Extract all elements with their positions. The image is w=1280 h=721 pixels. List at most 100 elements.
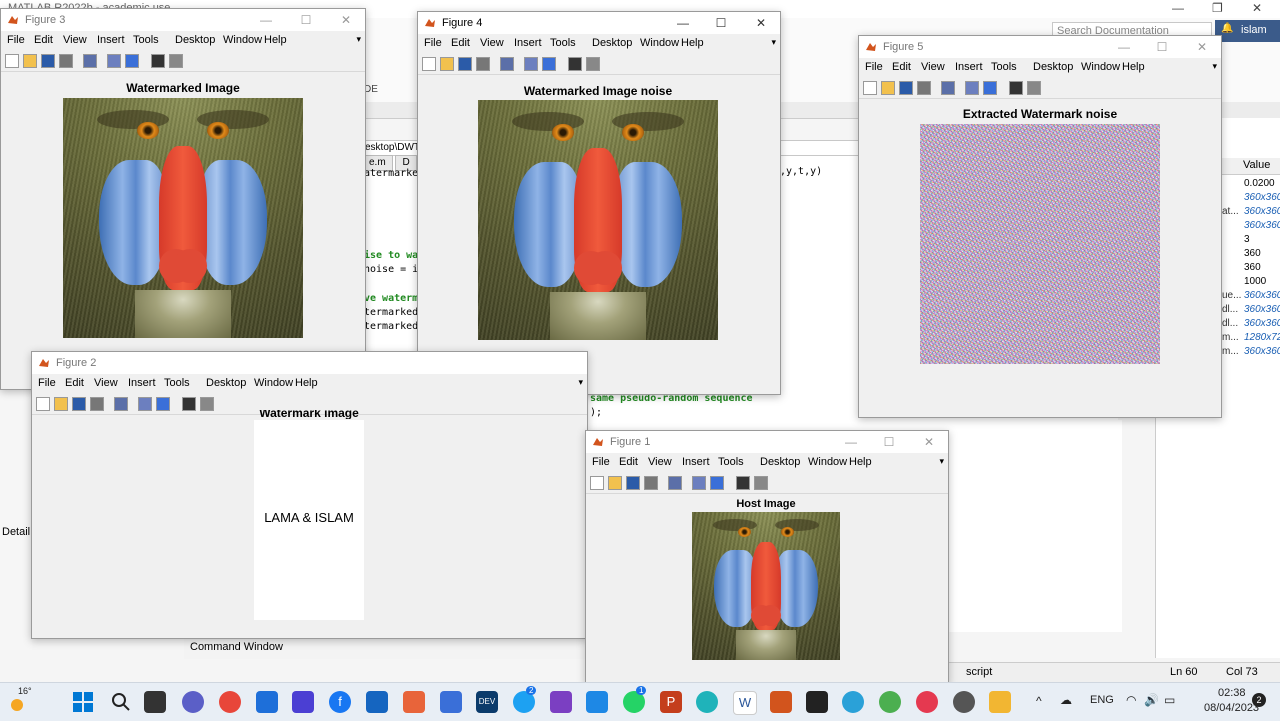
close-button[interactable]: ✕: [920, 433, 938, 451]
minimize-button[interactable]: —: [1172, 1, 1184, 15]
menu-window[interactable]: Window: [223, 34, 262, 46]
new-figure-icon[interactable]: [36, 397, 50, 411]
figure-titlebar[interactable]: Figure 4 — ☐ ✕: [418, 12, 780, 34]
colorbar-icon[interactable]: [107, 54, 121, 68]
new-figure-icon[interactable]: [863, 81, 877, 95]
menu-window[interactable]: Window: [640, 37, 679, 49]
chrome-icon[interactable]: [219, 691, 241, 713]
colorbar-icon[interactable]: [138, 397, 152, 411]
figure-1-window[interactable]: Figure 1 — ☐ ✕ File Edit View Insert Tools De…: [585, 430, 949, 684]
menu-tools[interactable]: Tools: [133, 34, 159, 46]
workspace-var-value[interactable]: 360x360: [1244, 346, 1280, 357]
task-view-icon[interactable]: [144, 691, 166, 713]
new-figure-icon[interactable]: [590, 476, 604, 490]
wifi-icon[interactable]: ◠: [1126, 693, 1136, 707]
menu-file[interactable]: File: [592, 456, 610, 468]
workspace-var-value[interactable]: 360x360: [1244, 206, 1280, 217]
chrome-profile-icon[interactable]: [879, 691, 901, 713]
figure-4-window[interactable]: Figure 4 — ☐ ✕ File Edit View Insert Tools De…: [417, 11, 781, 395]
menu-overflow-arrow-icon[interactable]: ▾: [939, 456, 944, 467]
windows-start-icon[interactable]: [72, 691, 94, 713]
maximize-button[interactable]: ☐: [297, 11, 315, 29]
teams-chat-icon[interactable]: [182, 691, 204, 713]
chevron-up-icon[interactable]: ^: [1036, 694, 1042, 708]
workspace-var-value[interactable]: 360x360: [1244, 290, 1280, 301]
close-button[interactable]: ✕: [1252, 1, 1262, 15]
workspace-var-name[interactable]: m...: [1222, 332, 1239, 343]
menu-file[interactable]: File: [865, 61, 883, 73]
minimize-button[interactable]: —: [1115, 38, 1133, 56]
app-icon[interactable]: [366, 691, 388, 713]
menu-edit[interactable]: Edit: [619, 456, 638, 468]
print-icon[interactable]: [59, 54, 73, 68]
figure-titlebar[interactable]: Figure 2: [32, 352, 587, 374]
menu-tools[interactable]: Tools: [550, 37, 576, 49]
facebook-icon[interactable]: f: [329, 691, 351, 713]
workspace-var-name[interactable]: dl...: [1222, 318, 1238, 329]
legend-icon[interactable]: [983, 81, 997, 95]
save-icon[interactable]: [458, 57, 472, 71]
minimize-button[interactable]: —: [674, 14, 692, 32]
editor-app-icon[interactable]: [292, 691, 314, 713]
close-button[interactable]: ✕: [752, 14, 770, 32]
visual-studio-icon[interactable]: [550, 691, 572, 713]
workspace-var-value[interactable]: 1000: [1244, 276, 1266, 287]
menu-insert[interactable]: Insert: [682, 456, 710, 468]
command-window-header[interactable]: Command Window: [184, 638, 588, 659]
menu-view[interactable]: View: [648, 456, 672, 468]
store-icon[interactable]: [256, 691, 278, 713]
close-button[interactable]: ✕: [1193, 38, 1211, 56]
menu-desktop[interactable]: Desktop: [592, 37, 632, 49]
pointer-icon[interactable]: [736, 476, 750, 490]
telegram-icon[interactable]: [842, 691, 864, 713]
figure-titlebar[interactable]: Figure 1 — ☐ ✕: [586, 431, 948, 453]
save-icon[interactable]: [899, 81, 913, 95]
workspace-var-value[interactable]: 360x360: [1244, 318, 1280, 329]
file-explorer-icon[interactable]: [989, 691, 1011, 713]
link-plot-icon[interactable]: [83, 54, 97, 68]
menu-desktop[interactable]: Desktop: [175, 34, 215, 46]
workspace-var-value[interactable]: 3: [1244, 234, 1250, 245]
print-icon[interactable]: [476, 57, 490, 71]
menu-edit[interactable]: Edit: [451, 37, 470, 49]
property-editor-icon[interactable]: [754, 476, 768, 490]
menu-help[interactable]: Help: [681, 37, 704, 49]
language-indicator[interactable]: ENG: [1090, 694, 1114, 706]
minimize-button[interactable]: —: [257, 11, 275, 29]
menu-window[interactable]: Window: [254, 377, 293, 389]
dev-icon[interactable]: DEV: [476, 691, 498, 713]
pointer-icon[interactable]: [568, 57, 582, 71]
menu-view[interactable]: View: [921, 61, 945, 73]
figure-5-window[interactable]: Figure 5 — ☐ ✕ File Edit View Insert Tools De…: [858, 35, 1222, 418]
save-icon[interactable]: [41, 54, 55, 68]
battery-icon[interactable]: ▭: [1164, 693, 1175, 707]
menu-view[interactable]: View: [94, 377, 118, 389]
maximize-button[interactable]: ❐: [1212, 1, 1223, 15]
menu-edit[interactable]: Edit: [34, 34, 53, 46]
save-icon[interactable]: [626, 476, 640, 490]
menu-view[interactable]: View: [480, 37, 504, 49]
new-figure-icon[interactable]: [5, 54, 19, 68]
menu-overflow-arrow-icon[interactable]: ▾: [356, 34, 361, 45]
menu-desktop[interactable]: Desktop: [206, 377, 246, 389]
open-file-icon[interactable]: [23, 54, 37, 68]
menu-help[interactable]: Help: [1122, 61, 1145, 73]
pointer-icon[interactable]: [182, 397, 196, 411]
open-file-icon[interactable]: [440, 57, 454, 71]
link-plot-icon[interactable]: [500, 57, 514, 71]
clock-time[interactable]: 02:38: [1218, 687, 1246, 699]
colorbar-icon[interactable]: [965, 81, 979, 95]
figure-titlebar[interactable]: Figure 3 — ☐ ✕: [1, 9, 365, 31]
app-icon[interactable]: [916, 691, 938, 713]
link-plot-icon[interactable]: [668, 476, 682, 490]
menu-desktop[interactable]: Desktop: [1033, 61, 1073, 73]
notification-badge[interactable]: 2: [1252, 693, 1266, 707]
workspace-var-value[interactable]: 360: [1244, 262, 1261, 273]
menu-insert[interactable]: Insert: [955, 61, 983, 73]
link-plot-icon[interactable]: [941, 81, 955, 95]
menu-file[interactable]: File: [7, 34, 25, 46]
workspace-var-name[interactable]: ue...: [1222, 290, 1241, 301]
menu-window[interactable]: Window: [1081, 61, 1120, 73]
pointer-icon[interactable]: [1009, 81, 1023, 95]
menu-file[interactable]: File: [38, 377, 56, 389]
